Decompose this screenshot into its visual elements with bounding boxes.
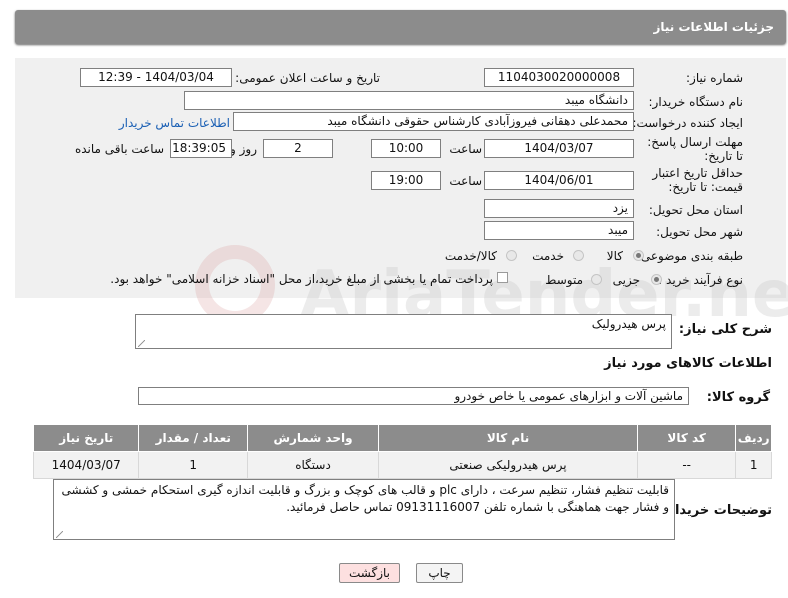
col-header-unit: واحد شمارش (246, 424, 380, 452)
col-header-name: نام کالا (378, 424, 639, 452)
category-option-goods-service: کالا/خدمت (444, 249, 497, 263)
category-option-service: خدمت (532, 249, 564, 263)
goods-group-label: گروه کالا: (706, 390, 770, 405)
remaining-time-field: 18:39:05 (170, 139, 232, 158)
table-header-row: ردیف کد کالا نام کالا واحد شمارش تعداد /… (32, 424, 772, 452)
reply-time-field: 10:00 (371, 139, 441, 158)
category-radio-service[interactable] (573, 250, 584, 261)
need-number-label: شماره نیاز: (686, 71, 743, 85)
process-option-medium: متوسط (545, 273, 583, 287)
col-header-date: تاریخ نیاز (32, 424, 140, 452)
payment-checkbox[interactable] (497, 272, 508, 283)
buyer-notes-label: توضیحات خریدار: (662, 503, 772, 518)
description-text: پرس هیدرولیک (591, 317, 666, 331)
cell-code: -- (637, 451, 737, 479)
page-header: جزئیات اطلاعات نیاز (15, 10, 786, 44)
need-number-field: 1104030020000008 (484, 68, 634, 87)
buyer-notes-field: قابلیت تنظیم فشار، تنظیم سرعت ، دارای pl… (53, 479, 675, 540)
process-radio-medium[interactable] (591, 274, 602, 285)
resize-grip-icon[interactable] (138, 340, 145, 347)
city-label: شهر محل تحویل: (656, 225, 743, 239)
contact-info-link[interactable]: اطلاعات تماس خریدار (119, 116, 230, 130)
price-time-field: 19:00 (371, 171, 441, 190)
price-time-label: ساعت (449, 174, 482, 188)
reply-time-label: ساعت (449, 142, 482, 156)
cell-unit: دستگاه (246, 451, 380, 479)
col-header-code: کد کالا (637, 424, 737, 452)
goods-group-field: ماشین آلات و ابزارهای عمومی یا خاص خودرو (138, 387, 689, 405)
creator-field: محمدعلی دهقانی فیروزآبادی کارشناس حقوقی … (233, 112, 634, 131)
process-label: نوع فرآیند خرید : (658, 273, 743, 287)
cell-name: پرس هیدرولیکی صنعتی (378, 451, 639, 479)
col-header-quantity: تعداد / مقدار (138, 424, 248, 452)
days-and-label: روز و (230, 142, 257, 156)
cell-row-number: 1 (735, 451, 772, 479)
description-field: پرس هیدرولیک (135, 314, 672, 349)
remaining-label: ساعت باقی مانده (74, 142, 164, 156)
category-label: طبقه بندی موضوعی: (636, 249, 743, 263)
category-radio-goods[interactable] (633, 250, 644, 261)
province-field: یزد (484, 199, 634, 218)
col-header-row-number: ردیف (735, 424, 772, 452)
category-option-goods: کالا (606, 249, 623, 263)
process-option-minor: جزیی (612, 273, 640, 287)
announce-label: تاریخ و ساعت اعلان عمومی: (235, 71, 380, 85)
payment-note: پرداخت تمام یا بخشی از مبلغ خرید،از محل … (110, 272, 493, 286)
print-button[interactable]: چاپ (416, 563, 463, 583)
province-label: استان محل تحویل: (648, 203, 743, 217)
announce-field: 1404/03/04 - 12:39 (80, 68, 232, 87)
reply-date-field: 1404/03/07 (484, 139, 634, 158)
creator-label: ایجاد کننده درخواست: (632, 116, 743, 130)
buyer-org-field: دانشگاه میبد (184, 91, 634, 110)
goods-info-title: اطلاعات کالاهای مورد نیاز (604, 356, 772, 371)
reply-deadline-label: مهلت ارسال پاسخ: تا تاریخ: (647, 135, 743, 163)
description-label: شرح کلی نیاز: (678, 322, 772, 337)
buyer-org-label: نام دستگاه خریدار: (648, 95, 744, 109)
page-title: جزئیات اطلاعات نیاز (653, 20, 774, 34)
cell-date: 1404/03/07 (32, 451, 140, 479)
price-validity-label: حداقل تاریخ اعتبار قیمت: تا تاریخ: (652, 166, 743, 194)
days-field: 2 (263, 139, 333, 158)
category-radio-goods-service[interactable] (506, 250, 517, 261)
buyer-notes-text: قابلیت تنظیم فشار، تنظیم سرعت ، دارای pl… (61, 483, 669, 514)
items-table: ردیف کد کالا نام کالا واحد شمارش تعداد /… (32, 424, 772, 479)
cell-quantity: 1 (138, 451, 248, 479)
city-field: میبد (484, 221, 634, 240)
process-radio-minor[interactable] (651, 274, 662, 285)
table-row: 1 -- پرس هیدرولیکی صنعتی دستگاه 1 1404/0… (32, 451, 772, 479)
back-button[interactable]: بازگشت (339, 563, 400, 583)
resize-grip-icon[interactable] (56, 531, 63, 538)
price-date-field: 1404/06/01 (484, 171, 634, 190)
